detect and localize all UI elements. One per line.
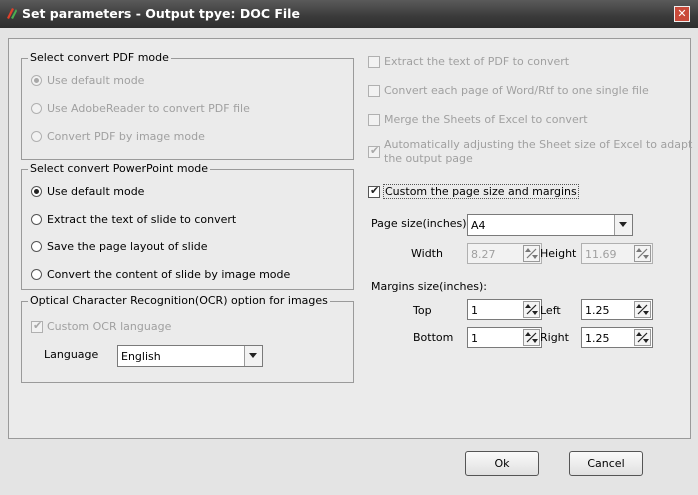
right-margin-spinner[interactable]: 1.25 [581,327,653,348]
pdf-mode-title: Select convert PDF mode [28,51,171,64]
left-margin-spinner[interactable]: 1.25 [581,299,653,320]
left-label: Left [540,304,561,317]
bottom-stepper-icon[interactable] [523,329,540,346]
extract-text-label: Extract the text of PDF to convert [384,55,570,68]
ocr-title: Optical Character Recognition(OCR) optio… [28,294,330,307]
pdf-default-label: Use default mode [47,74,145,87]
ppt-default-label: Use default mode [47,185,145,198]
width-spinner[interactable]: 8.27 [467,243,542,264]
pdf-adobe-label: Use AdobeReader to convert PDF file [47,102,250,115]
language-label: Language [44,348,99,361]
close-icon: ✕ [677,7,687,20]
pdf-mode-group: Select convert PDF mode Use default mode… [21,51,354,160]
pdf-default-radio[interactable] [31,75,42,86]
title-bar: Set parameters - Output tpye: DOC File ✕ [0,0,698,28]
ppt-default-radio[interactable] [31,186,42,197]
height-spinner[interactable]: 11.69 [581,243,653,264]
custom-ocr-checkbox[interactable]: ✔ [31,319,43,333]
pdf-image-label: Convert PDF by image mode [47,130,205,143]
auto-adjust-label-1: Automatically adjusting the Sheet size o… [384,138,693,151]
top-stepper-icon[interactable] [523,301,540,318]
top-margin-value: 1 [471,304,478,317]
pdf-image-radio[interactable] [31,131,42,142]
close-button[interactable]: ✕ [674,6,690,22]
ppt-extract-label: Extract the text of slide to convert [47,213,237,226]
extract-text-checkbox[interactable] [368,56,380,68]
convert-each-page-checkbox[interactable] [368,85,380,97]
dialog-body: Select convert PDF mode Use default mode… [0,28,698,495]
custom-page-label: Custom the page size and margins [383,184,579,199]
convert-each-page-label: Convert each page of Word/Rtf to one sin… [384,84,649,97]
left-stepper-icon[interactable] [634,301,651,318]
height-stepper-icon[interactable] [634,245,651,262]
top-label: Top [413,304,432,317]
bottom-margin-spinner[interactable]: 1 [467,327,542,348]
auto-adjust-label-2: the output page [384,152,473,165]
ppt-image-radio[interactable] [31,269,42,280]
chevron-down-icon[interactable] [244,346,262,366]
page-size-value: A4 [471,219,486,232]
app-logo-icon [7,8,17,19]
right-stepper-icon[interactable] [634,329,651,346]
chevron-down-icon[interactable] [614,215,632,235]
page-size-dropdown[interactable]: A4 [467,214,633,236]
top-margin-spinner[interactable]: 1 [467,299,542,320]
ppt-mode-title: Select convert PowerPoint mode [28,162,211,175]
settings-panel: Select convert PDF mode Use default mode… [8,38,693,439]
ppt-extract-radio[interactable] [31,214,42,225]
language-value: English [121,350,161,363]
auto-adjust-checkbox[interactable]: ✔ [368,144,380,158]
cancel-button[interactable]: Cancel [569,451,643,476]
margins-label: Margins size(inches): [371,280,487,293]
height-value: 11.69 [585,248,617,261]
width-label: Width [411,247,443,260]
pdf-adobe-radio[interactable] [31,103,42,114]
custom-ocr-label: Custom OCR language [47,320,172,333]
language-dropdown[interactable]: English [117,345,263,367]
window-title: Set parameters - Output tpye: DOC File [22,6,300,21]
ppt-layout-radio[interactable] [31,241,42,252]
ppt-mode-group: Select convert PowerPoint mode Use defau… [21,162,354,290]
height-label: Height [540,247,577,260]
custom-page-checkbox[interactable]: ✔ [368,184,380,198]
ppt-image-label: Convert the content of slide by image mo… [47,268,291,281]
merge-sheets-checkbox[interactable] [368,114,380,126]
bottom-margin-value: 1 [471,332,478,345]
right-margin-value: 1.25 [585,332,610,345]
left-margin-value: 1.25 [585,304,610,317]
ok-button[interactable]: Ok [465,451,539,476]
merge-sheets-label: Merge the Sheets of Excel to convert [384,113,588,126]
width-stepper-icon[interactable] [523,245,540,262]
bottom-label: Bottom [413,331,454,344]
ocr-group: Optical Character Recognition(OCR) optio… [21,294,354,383]
page-size-label: Page size(inches): [371,217,471,230]
width-value: 8.27 [471,248,496,261]
ppt-layout-label: Save the page layout of slide [47,240,208,253]
right-label: Right [540,331,569,344]
